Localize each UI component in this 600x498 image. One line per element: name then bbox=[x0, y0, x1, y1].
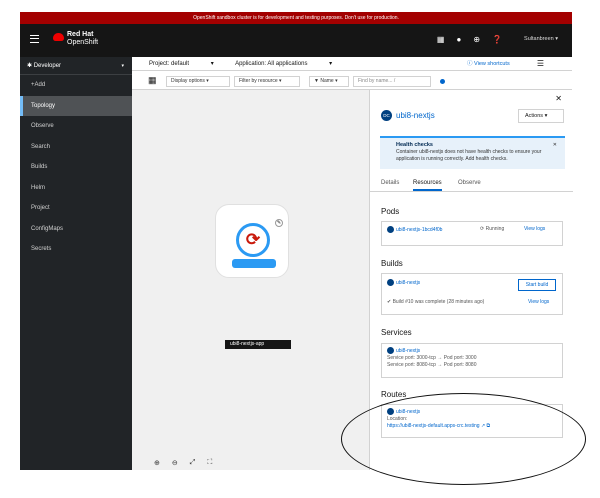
masthead-icons: ▦ ● ⊕ ❓ bbox=[437, 35, 502, 45]
shortcuts-label: View shortcuts bbox=[474, 61, 510, 67]
help-icon[interactable]: ❓ bbox=[492, 35, 502, 45]
sidebar-item-topology[interactable]: Topology bbox=[20, 95, 132, 116]
grid-icon[interactable]: ▦ bbox=[437, 35, 445, 45]
hamburger-menu-icon[interactable] bbox=[30, 35, 39, 43]
service-name-link[interactable]: ubi8-nextjs bbox=[396, 348, 420, 354]
zoom-in-icon[interactable]: ⊕ bbox=[154, 459, 160, 467]
resource-badge: DC bbox=[381, 110, 392, 121]
user-menu[interactable]: Sultanbreen ▾ bbox=[524, 36, 558, 42]
cluster-banner: OpenShift sandbox cluster is for develop… bbox=[20, 12, 572, 24]
topology-canvas[interactable]: ⟳ ✎ ubi8-nextjs-app ⊕ ⊖ ⤢ ⛶ bbox=[132, 90, 369, 470]
build-config-link[interactable]: ubi8-nextjs bbox=[396, 280, 420, 286]
funnel-icon: ▼ bbox=[314, 78, 319, 84]
gear-icon: ✱ bbox=[27, 63, 33, 69]
pod-badge-icon bbox=[387, 226, 394, 233]
check-circle-icon: ✔ bbox=[387, 299, 392, 305]
perspective-label: Developer bbox=[33, 63, 62, 69]
name-filter-label: Name bbox=[320, 78, 334, 84]
resource-header: DC ubi8-nextjs bbox=[381, 110, 435, 121]
application-label: Application: All applications bbox=[235, 61, 308, 67]
node-badge bbox=[232, 259, 276, 268]
tab-details[interactable]: Details bbox=[381, 180, 399, 186]
sidebar-item-configmaps[interactable]: ConfigMaps bbox=[20, 219, 132, 240]
chevron-down-icon: ▾ bbox=[121, 63, 124, 69]
services-title: Services bbox=[381, 328, 412, 337]
tab-resources[interactable]: Resources bbox=[413, 180, 442, 191]
alert-body: Container ubi8-nextjs does not have heal… bbox=[396, 149, 542, 162]
brand-line1: Red Hat bbox=[67, 31, 94, 38]
search-placeholder: Find by name... bbox=[358, 78, 393, 84]
build-badge-icon bbox=[387, 279, 394, 286]
actions-dropdown[interactable]: Actions ▾ bbox=[518, 109, 564, 123]
pod-status: ⟳ Running bbox=[480, 226, 505, 232]
pod-name-link[interactable]: ubi8-nextjs-1bcd4f0b bbox=[396, 227, 442, 233]
sidebar-item-secrets[interactable]: Secrets bbox=[20, 239, 132, 260]
close-icon[interactable]: ✕ bbox=[555, 94, 562, 103]
user-name: Sultanbreen bbox=[524, 36, 554, 42]
redhat-logo-icon bbox=[53, 33, 64, 41]
health-check-alert: Health checks Container ubi8-nextjs does… bbox=[380, 136, 565, 169]
routes-title: Routes bbox=[381, 390, 407, 399]
search-input[interactable]: Find by name... / bbox=[353, 76, 431, 87]
brand-line2: OpenShift bbox=[67, 39, 99, 46]
pod-status-label: Running bbox=[485, 226, 505, 232]
resource-name[interactable]: ubi8-nextjs bbox=[396, 111, 435, 120]
plus-icon[interactable]: ⊕ bbox=[473, 35, 480, 45]
zoom-controls: ⊕ ⊖ ⤢ ⛶ bbox=[154, 459, 212, 467]
alert-close-icon[interactable]: ✕ bbox=[553, 142, 557, 149]
highlight-annotation-oval bbox=[341, 393, 586, 485]
sidebar-item-helm[interactable]: Helm bbox=[20, 178, 132, 199]
fit-to-screen-icon[interactable]: ⤢ bbox=[190, 459, 196, 467]
sidebar-item-add[interactable]: +Add bbox=[20, 75, 132, 96]
status-dot-icon bbox=[440, 79, 445, 84]
sidebar-item-project[interactable]: Project bbox=[20, 198, 132, 219]
bell-icon[interactable]: ● bbox=[456, 35, 461, 45]
service-port-2: Service port: 8080-tcp → Pod port: 8080 bbox=[387, 361, 477, 368]
brand-logo[interactable]: Red Hat OpenShift bbox=[67, 31, 98, 47]
sidebar-item-search[interactable]: Search bbox=[20, 137, 132, 158]
alert-title: Health checks bbox=[396, 142, 433, 148]
pod-card: ubi8-nextjs-1bcd4f0b ⟳ Running View logs bbox=[381, 221, 563, 246]
start-build-button[interactable]: Start build bbox=[518, 279, 556, 291]
actions-label: Actions bbox=[525, 113, 544, 119]
slash-key-icon: / bbox=[393, 78, 396, 84]
build-status: ✔ Build #10 was complete (28 minutes ago… bbox=[387, 299, 484, 306]
drawer-tabs: Details Resources Observe bbox=[370, 178, 573, 192]
application-selector[interactable]: Application: All applications ▾ bbox=[235, 61, 332, 67]
service-port-1: Service port: 3000-tcp → Pod port: 3000 bbox=[387, 354, 477, 361]
tab-observe[interactable]: Observe bbox=[458, 180, 481, 186]
topology-toolbar: ▦ Display options ▾ Filter by resource ▾… bbox=[132, 73, 572, 90]
display-options-dropdown[interactable]: Display options ▾ bbox=[166, 76, 230, 87]
view-logs-link[interactable]: View logs bbox=[524, 226, 545, 233]
filter-resource-dropdown[interactable]: Filter by resource ▾ bbox=[234, 76, 300, 87]
topology-node[interactable]: ⟳ ✎ bbox=[215, 204, 289, 278]
sidebar: ✱ Developer ▾ +Add Topology Observe Sear… bbox=[20, 57, 132, 470]
project-selector[interactable]: Project: default ▾ bbox=[149, 61, 214, 67]
list-view-icon[interactable]: ☰ bbox=[537, 57, 544, 71]
project-label: Project: default bbox=[149, 61, 190, 67]
sidebar-item-builds[interactable]: Builds bbox=[20, 157, 132, 178]
build-status-text: Build #10 was complete (28 minutes ago) bbox=[392, 299, 485, 305]
filter-resource-label: Filter by resource bbox=[239, 78, 278, 84]
sidebar-item-observe[interactable]: Observe bbox=[20, 116, 132, 137]
name-filter-dropdown[interactable]: ▼ Name ▾ bbox=[309, 76, 349, 87]
display-options-label: Display options bbox=[171, 78, 205, 84]
build-card: ubi8-nextjs Start build ✔ Build #10 was … bbox=[381, 273, 563, 315]
builds-title: Builds bbox=[381, 259, 403, 268]
build-logs-link[interactable]: View logs bbox=[528, 299, 549, 306]
application-group-label[interactable]: ubi8-nextjs-app bbox=[225, 340, 291, 349]
openshift-node-icon: ⟳ bbox=[236, 223, 270, 257]
reset-view-icon[interactable]: ⛶ bbox=[207, 459, 212, 467]
view-shortcuts-link[interactable]: ⓘ View shortcuts bbox=[467, 57, 530, 71]
perspective-switcher[interactable]: ✱ Developer ▾ bbox=[20, 57, 132, 75]
service-badge-icon bbox=[387, 347, 394, 354]
edit-source-icon[interactable]: ✎ bbox=[275, 219, 283, 227]
zoom-out-icon[interactable]: ⊖ bbox=[172, 459, 178, 467]
pods-title: Pods bbox=[381, 207, 400, 216]
service-card: ubi8-nextjs Service port: 3000-tcp → Pod… bbox=[381, 343, 563, 378]
context-bar: Project: default ▾ Application: All appl… bbox=[132, 57, 572, 71]
topology-view-icon[interactable]: ▦ bbox=[148, 75, 157, 86]
masthead: Red Hat OpenShift ▦ ● ⊕ ❓ Sultanbreen ▾ bbox=[20, 24, 572, 57]
